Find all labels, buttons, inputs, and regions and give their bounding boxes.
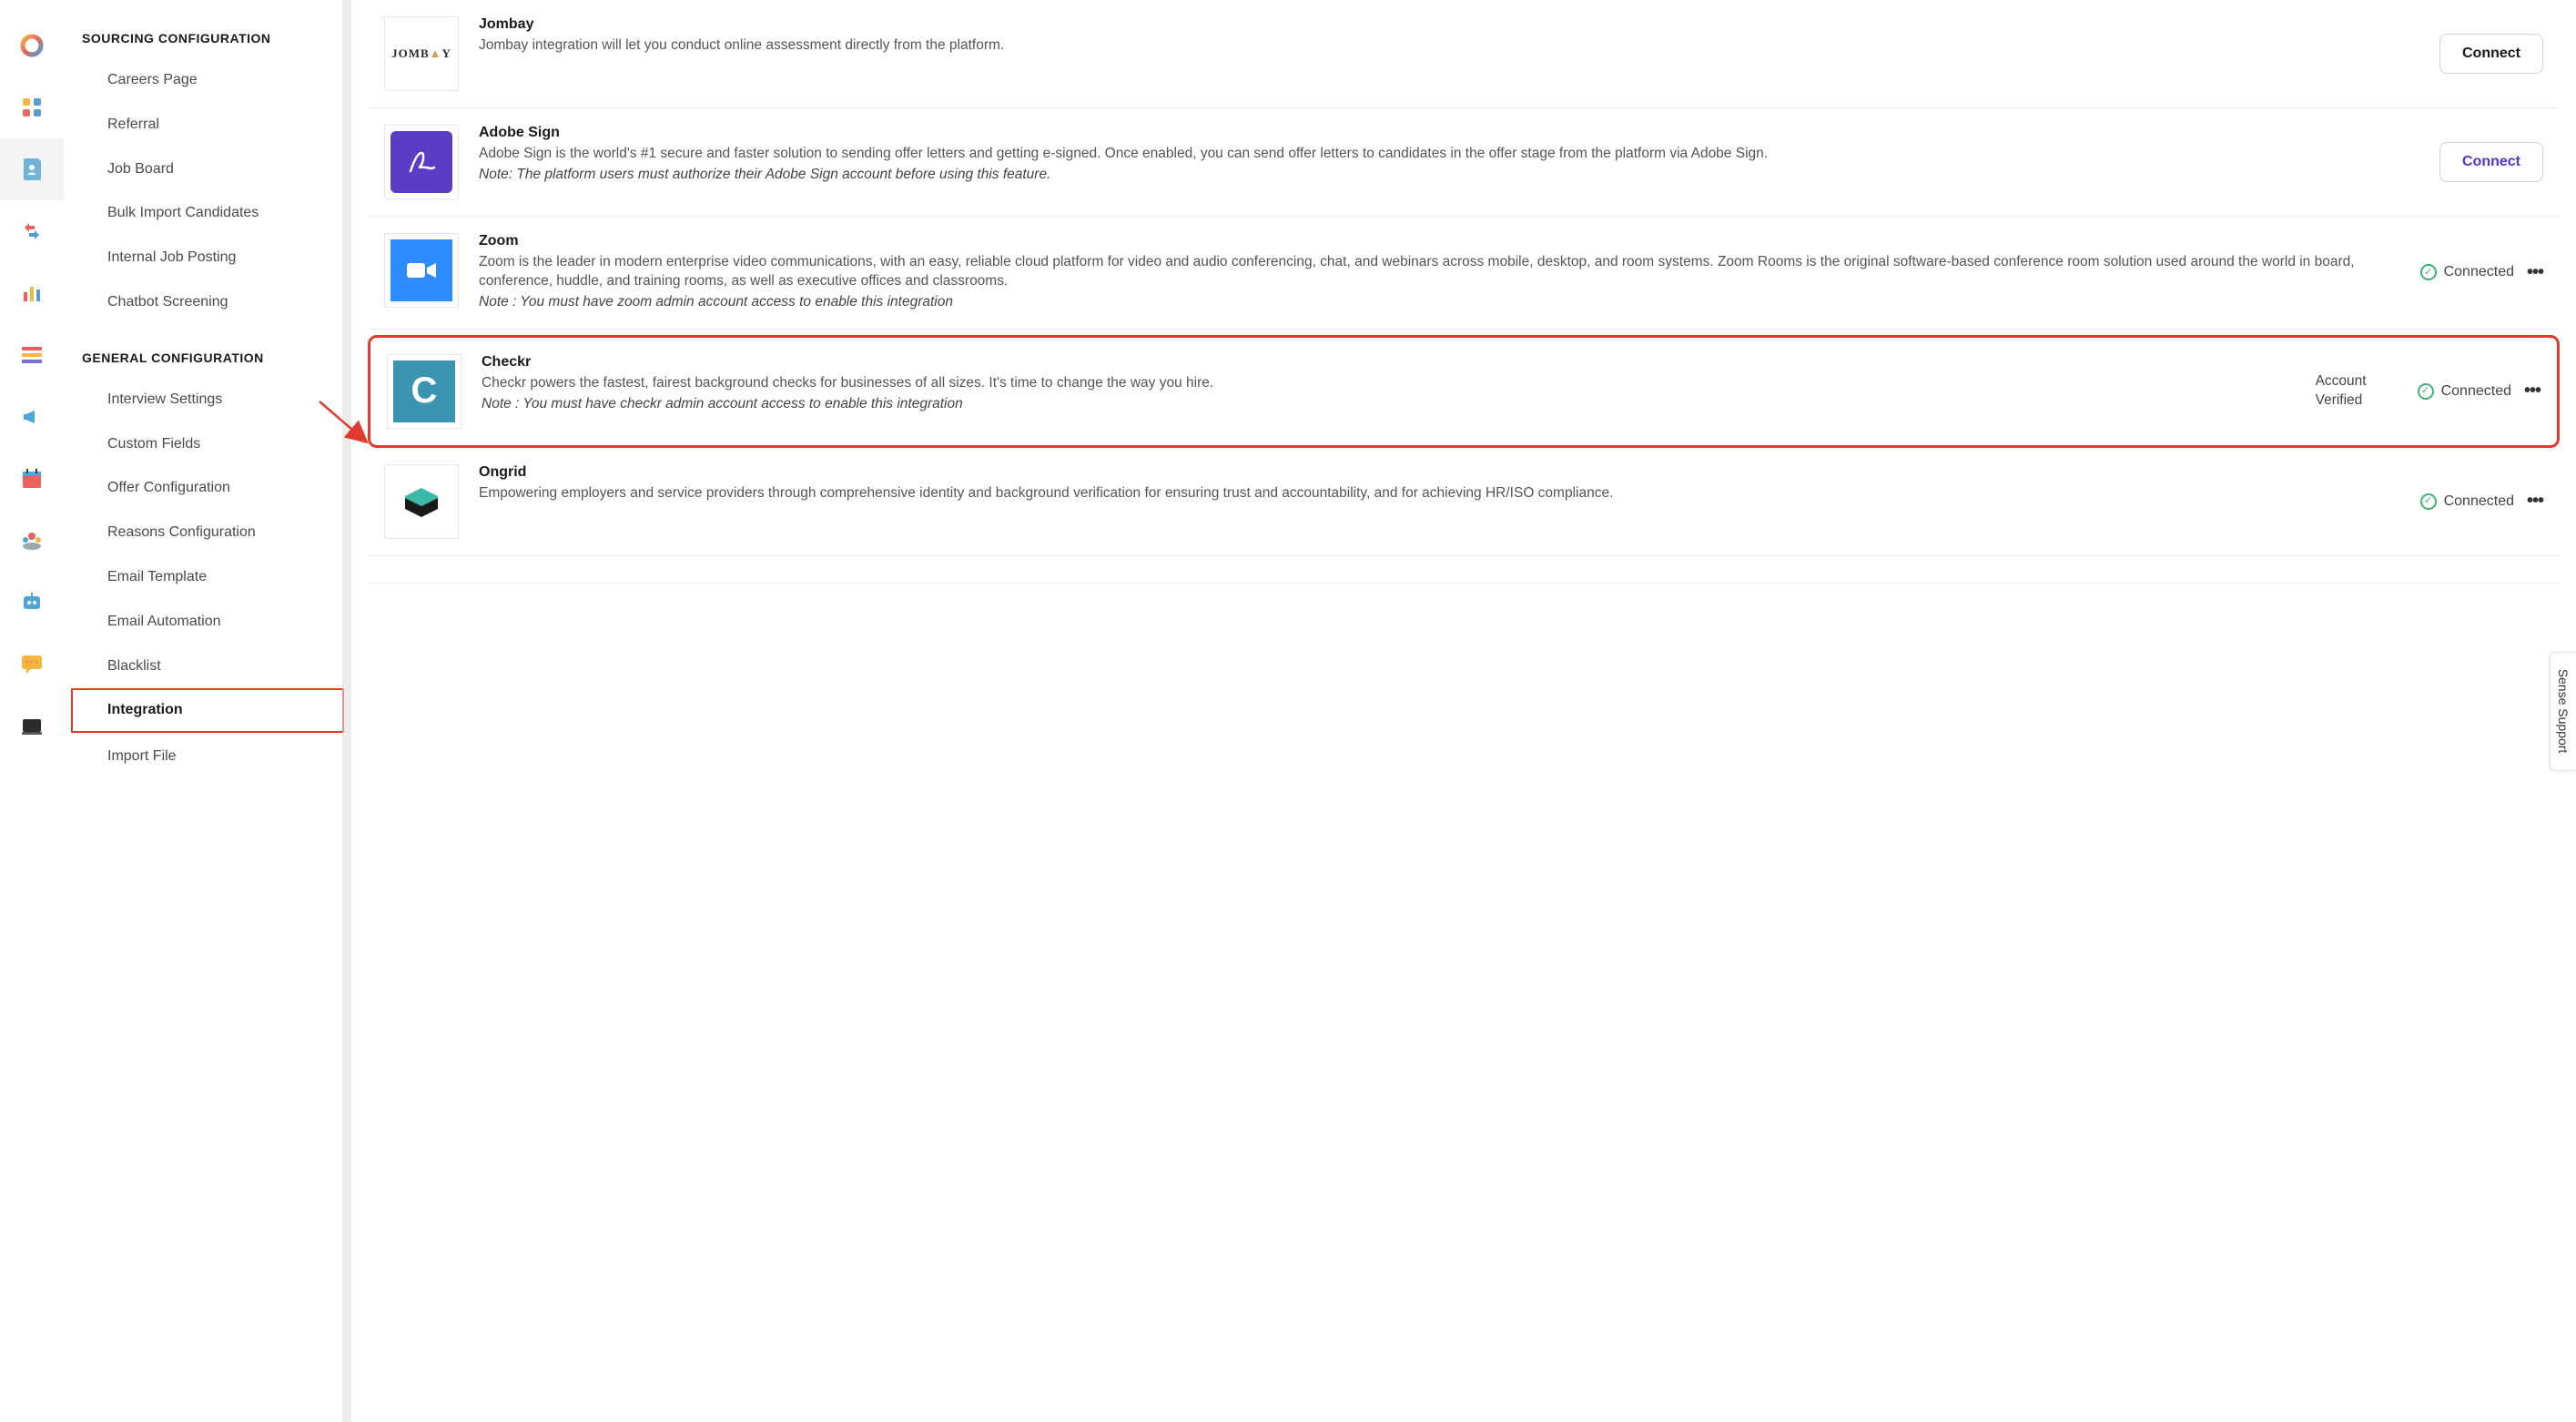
sidebar-item-custom-fields[interactable]: Custom Fields xyxy=(71,422,344,467)
support-tab[interactable]: Sense Support xyxy=(2550,652,2576,771)
megaphone-icon xyxy=(22,407,42,427)
sidebar-item-job-board[interactable]: Job Board xyxy=(71,147,344,192)
more-menu-zoom[interactable]: ••• xyxy=(2527,262,2543,283)
sidebar-item-integration[interactable]: Integration xyxy=(71,688,344,733)
rail-campaigns[interactable] xyxy=(0,386,64,448)
icon-rail xyxy=(0,0,64,1422)
rail-bot[interactable] xyxy=(0,572,64,634)
integration-title: Jombay xyxy=(479,16,2419,33)
connect-button-adobe-sign[interactable]: Connect xyxy=(2439,142,2543,182)
status-connected-ongrid: ✓ Connected xyxy=(2420,493,2514,510)
zoom-icon xyxy=(403,258,440,283)
ongrid-icon xyxy=(399,479,444,524)
integration-card-jombay: JOMB▲Y Jombay Jombay integration will le… xyxy=(368,0,2560,108)
more-menu-checkr[interactable]: ••• xyxy=(2524,381,2541,401)
teams-icon xyxy=(21,531,43,551)
integration-title: Ongrid xyxy=(479,464,2400,481)
sidebar-item-internal-posting[interactable]: Internal Job Posting xyxy=(71,236,344,280)
check-circle-icon: ✓ xyxy=(2420,493,2437,510)
sidebar-item-email-automation[interactable]: Email Automation xyxy=(71,600,344,645)
adobe-sign-icon xyxy=(405,146,438,178)
sidebar-item-email-template[interactable]: Email Template xyxy=(71,555,344,600)
integration-title: Checkr xyxy=(482,354,2296,371)
sidebar-item-referral[interactable]: Referral xyxy=(71,103,344,147)
main-content: JOMB▲Y Jombay Jombay integration will le… xyxy=(351,0,2576,1422)
sidebar-item-bulk-import[interactable]: Bulk Import Candidates xyxy=(71,191,344,236)
rail-calendar[interactable] xyxy=(0,448,64,510)
device-icon xyxy=(22,718,42,735)
integration-card-zoom: Zoom Zoom is the leader in modern enterp… xyxy=(368,217,2560,330)
integration-desc: Zoom is the leader in modern enterprise … xyxy=(479,253,2400,291)
logo-icon xyxy=(20,34,44,57)
sidebar-item-reasons-config[interactable]: Reasons Configuration xyxy=(71,511,344,555)
rail-dashboard[interactable] xyxy=(0,76,64,138)
sidebar-item-chatbot-screening[interactable]: Chatbot Screening xyxy=(71,280,344,325)
integration-logo-zoom xyxy=(384,233,459,308)
integration-card-ongrid: Ongrid Empowering employers and service … xyxy=(368,448,2560,556)
integration-logo-ongrid xyxy=(384,464,459,539)
sidebar-item-offer-config[interactable]: Offer Configuration xyxy=(71,466,344,511)
sidebar: SOURCING CONFIGURATION Careers Page Refe… xyxy=(64,0,351,1422)
rail-chat[interactable] xyxy=(0,634,64,696)
rail-analytics[interactable] xyxy=(0,262,64,324)
integration-note: Note : You must have checkr admin accoun… xyxy=(482,395,2296,414)
integration-logo-checkr: C xyxy=(387,354,461,429)
chat-icon xyxy=(21,655,43,675)
sidebar-section-general: GENERAL CONFIGURATION xyxy=(71,341,344,378)
status-connected-zoom: ✓ Connected xyxy=(2420,264,2514,280)
analytics-icon xyxy=(22,283,42,303)
integration-desc: Empowering employers and service provide… xyxy=(479,484,2400,503)
rail-teams[interactable] xyxy=(0,510,64,572)
candidates-icon xyxy=(23,158,41,180)
connect-button-jombay[interactable]: Connect xyxy=(2439,34,2543,74)
integration-card-adobe-sign: Adobe Sign Adobe Sign is the world's #1 … xyxy=(368,108,2560,217)
integration-title: Zoom xyxy=(479,233,2400,249)
integration-title: Adobe Sign xyxy=(479,125,2419,141)
transfers-icon xyxy=(21,220,43,242)
integration-desc: Jombay integration will let you conduct … xyxy=(479,36,2419,56)
dashboard-icon xyxy=(22,97,42,117)
check-circle-icon: ✓ xyxy=(2420,264,2437,280)
integration-desc: Checkr powers the fastest, fairest backg… xyxy=(482,374,2296,393)
more-menu-ongrid[interactable]: ••• xyxy=(2527,491,2543,512)
integration-desc: Adobe Sign is the world's #1 secure and … xyxy=(479,145,2419,164)
status-label: Connected xyxy=(2444,493,2514,510)
integration-extra-status: Account Verified xyxy=(2316,372,2388,411)
sidebar-section-sourcing: SOURCING CONFIGURATION xyxy=(71,22,344,58)
tasks-icon xyxy=(22,347,42,363)
bot-icon xyxy=(21,593,43,613)
integration-logo-jombay: JOMB▲Y xyxy=(384,16,459,91)
integration-card-checkr: C Checkr Checkr powers the fastest, fair… xyxy=(368,335,2560,448)
rail-candidates[interactable] xyxy=(0,138,64,200)
sidebar-item-blacklist[interactable]: Blacklist xyxy=(71,645,344,689)
status-label: Connected xyxy=(2441,383,2511,400)
rail-device[interactable] xyxy=(0,696,64,757)
rail-logo[interactable] xyxy=(0,15,64,76)
sidebar-item-import-file[interactable]: Import File xyxy=(71,735,344,779)
status-connected-checkr: ✓ Connected xyxy=(2418,383,2511,400)
rail-transfers[interactable] xyxy=(0,200,64,262)
sidebar-item-interview-settings[interactable]: Interview Settings xyxy=(71,378,344,422)
check-circle-icon: ✓ xyxy=(2418,383,2434,400)
rail-tasks[interactable] xyxy=(0,324,64,386)
status-label: Connected xyxy=(2444,264,2514,280)
sidebar-item-careers-page[interactable]: Careers Page xyxy=(71,58,344,103)
integration-logo-adobe-sign xyxy=(384,125,459,199)
integration-note: Note: The platform users must authorize … xyxy=(479,166,2419,185)
integration-note: Note : You must have zoom admin account … xyxy=(479,293,2400,312)
calendar-icon xyxy=(22,469,42,489)
